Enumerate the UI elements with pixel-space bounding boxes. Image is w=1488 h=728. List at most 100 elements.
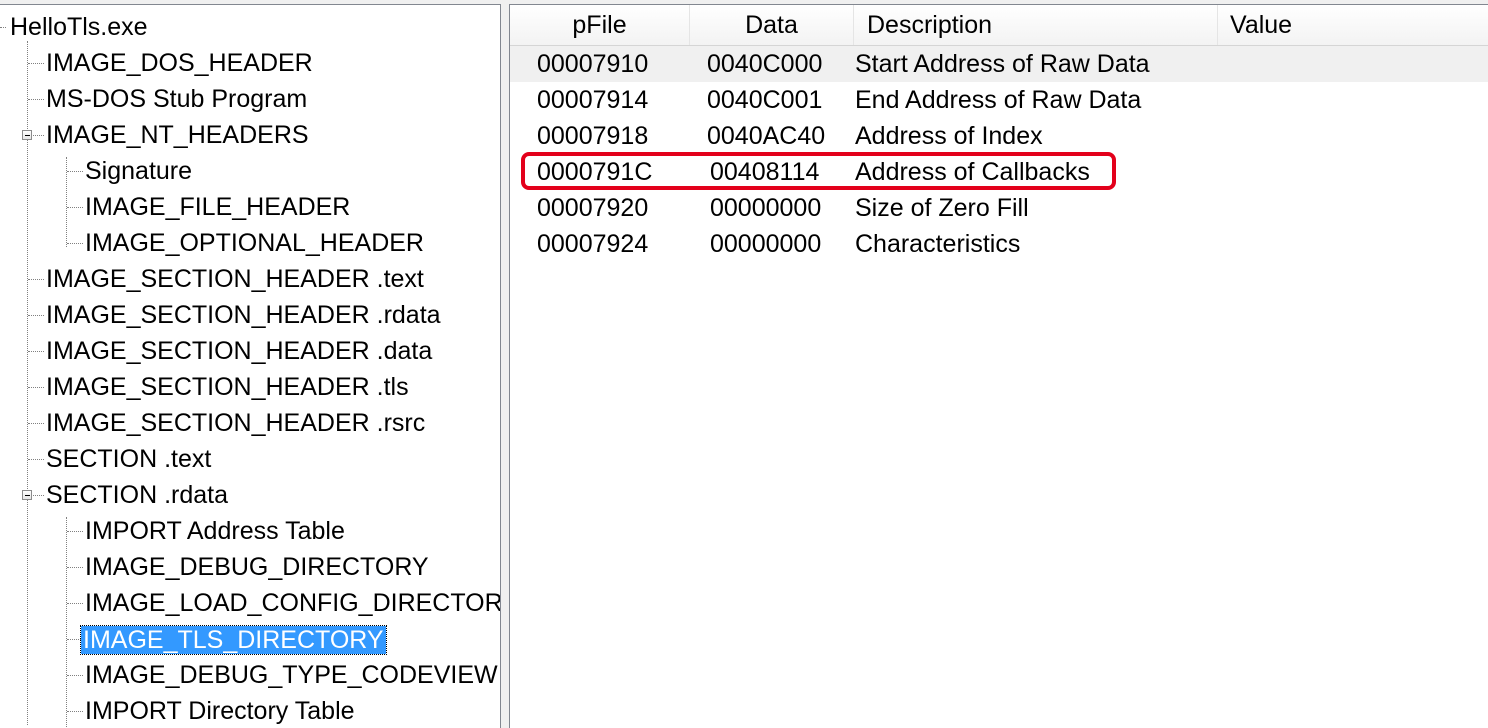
- tree-item-label: IMAGE_NT_HEADERS: [46, 121, 309, 149]
- column-header-pfile[interactable]: pFile: [510, 5, 690, 45]
- tree-item-label: IMAGE_SECTION_HEADER .text: [46, 265, 424, 293]
- cell-description: Start Address of Raw Data: [855, 50, 1150, 78]
- tree-item-label: IMPORT Directory Table: [85, 697, 355, 725]
- list-row-characteristics[interactable]: 00007924 00000000 Characteristics: [510, 226, 1488, 262]
- cell-pfile: 00007910: [537, 50, 649, 78]
- cell-description: Characteristics: [855, 230, 1021, 258]
- tree-connector: [67, 567, 83, 568]
- tree-item-section-text[interactable]: SECTION .text: [44, 441, 213, 477]
- structure-tree[interactable]: HelloTls.exe IMAGE_DOS_HEADER MS-DOS Stu…: [0, 4, 501, 728]
- cell-description: Size of Zero Fill: [855, 194, 1029, 222]
- tree-item-label: IMAGE_FILE_HEADER: [85, 193, 351, 221]
- cell-pfile: 00007918: [537, 122, 649, 150]
- column-header-label: Value: [1230, 11, 1293, 39]
- tree-connector: [67, 675, 83, 676]
- tree-connector: [28, 459, 44, 460]
- cell-pfile: 00007924: [537, 230, 649, 258]
- tree-connector: [67, 531, 83, 532]
- tree-item-label: SECTION .text: [46, 445, 212, 473]
- tree-item-section-header-tls[interactable]: IMAGE_SECTION_HEADER .tls: [44, 369, 411, 405]
- tree-item-image-tls-directory[interactable]: IMAGE_TLS_DIRECTORY: [80, 622, 387, 658]
- cell-description: End Address of Raw Data: [855, 86, 1142, 114]
- tree-connector-rdata: [66, 517, 67, 728]
- column-header-description[interactable]: Description: [854, 5, 1218, 45]
- tree-item-section-header-rsrc[interactable]: IMAGE_SECTION_HEADER .rsrc: [44, 405, 427, 441]
- tree-item-section-rdata[interactable]: SECTION .rdata: [44, 477, 230, 513]
- list-row-end-address[interactable]: 00007914 0040C001 End Address of Raw Dat…: [510, 82, 1488, 118]
- tree-item-image-file-header[interactable]: IMAGE_FILE_HEADER: [83, 189, 352, 225]
- tree-item-image-debug-type-codeview[interactable]: IMAGE_DEBUG_TYPE_CODEVIEW: [83, 657, 500, 693]
- tree-item-label: MS-DOS Stub Program: [46, 85, 308, 113]
- list-row-start-address[interactable]: 00007910 0040C000 Start Address of Raw D…: [510, 46, 1488, 82]
- tree-connector: [67, 603, 83, 604]
- tree-item-section-header-rdata[interactable]: IMAGE_SECTION_HEADER .rdata: [44, 297, 443, 333]
- tree-item-label: IMAGE_SECTION_HEADER .tls: [46, 373, 409, 401]
- cell-pfile: 00007920: [537, 194, 649, 222]
- tree-item-label: IMAGE_LOAD_CONFIG_DIRECTORY: [85, 589, 501, 617]
- tree-item-image-dos-header[interactable]: IMAGE_DOS_HEADER: [44, 45, 315, 81]
- tree-item-signature[interactable]: Signature: [83, 153, 194, 189]
- tree-item-import-directory-table[interactable]: IMPORT Directory Table: [83, 693, 357, 728]
- tree-item-label: IMAGE_SECTION_HEADER .rsrc: [46, 409, 426, 437]
- tree-connector: [0, 27, 6, 28]
- tree-connector: [67, 207, 83, 208]
- tree-item-label: IMAGE_DEBUG_TYPE_CODEVIEW: [85, 661, 498, 689]
- cell-data: 0040C000: [707, 50, 823, 78]
- tree-item-label: IMAGE_DEBUG_DIRECTORY: [85, 553, 429, 581]
- tree-item-label: HelloTls.exe: [10, 13, 148, 41]
- tree-connector: [28, 423, 44, 424]
- tree-item-label: IMAGE_OPTIONAL_HEADER: [85, 229, 424, 257]
- tree-connector: [28, 351, 44, 352]
- tree-item-image-optional-header[interactable]: IMAGE_OPTIONAL_HEADER: [83, 225, 426, 261]
- tree-connector-root: [27, 41, 28, 725]
- tree-item-image-load-config-directory[interactable]: IMAGE_LOAD_CONFIG_DIRECTORY: [83, 585, 501, 621]
- list-header: pFile Data Description Value: [510, 5, 1488, 46]
- tree-item-ms-dos-stub[interactable]: MS-DOS Stub Program: [44, 81, 309, 117]
- pe-viewer-window: HelloTls.exe IMAGE_DOS_HEADER MS-DOS Stu…: [0, 0, 1488, 728]
- collapse-icon[interactable]: [22, 490, 32, 500]
- cell-data: 0040AC40: [707, 122, 826, 150]
- cell-data: 00408114: [710, 158, 820, 186]
- cell-pfile: 0000791C: [537, 158, 653, 186]
- tree-item-image-debug-directory[interactable]: IMAGE_DEBUG_DIRECTORY: [83, 549, 431, 585]
- details-list[interactable]: pFile Data Description Value 00007910 00…: [509, 4, 1488, 728]
- tree-connector: [67, 639, 81, 640]
- column-header-label: pFile: [572, 11, 627, 39]
- tree-connector: [28, 315, 44, 316]
- tree-item-label: IMAGE_SECTION_HEADER .data: [46, 337, 433, 365]
- column-header-value[interactable]: Value: [1218, 5, 1488, 45]
- tree-connector: [67, 243, 83, 244]
- list-row-address-of-callbacks[interactable]: 0000791C 00408114 Address of Callbacks: [510, 154, 1488, 190]
- tree-item-label: IMPORT Address Table: [85, 517, 345, 545]
- column-header-data[interactable]: Data: [690, 5, 854, 45]
- tree-item-section-header-text[interactable]: IMAGE_SECTION_HEADER .text: [44, 261, 426, 297]
- tree-connector: [28, 279, 44, 280]
- tree-connector: [67, 711, 83, 712]
- cell-description: Address of Index: [855, 122, 1043, 150]
- tree-item-label: SECTION .rdata: [46, 481, 228, 509]
- tree-item-image-nt-headers[interactable]: IMAGE_NT_HEADERS: [44, 117, 311, 153]
- cell-pfile: 00007914: [537, 86, 649, 114]
- tree-connector: [28, 99, 44, 100]
- tree-connector: [67, 171, 83, 172]
- tree-item-label: Signature: [85, 157, 193, 185]
- cell-data: 00000000: [710, 230, 822, 258]
- tree-item-label: IMAGE_SECTION_HEADER .rdata: [46, 301, 441, 329]
- cell-data: 0040C001: [707, 86, 823, 114]
- tree-item-import-address-table[interactable]: IMPORT Address Table: [83, 513, 347, 549]
- cell-description: Address of Callbacks: [855, 158, 1090, 186]
- list-row-size-of-zero-fill[interactable]: 00007920 00000000 Size of Zero Fill: [510, 190, 1488, 226]
- tree-item-label-selected: IMAGE_TLS_DIRECTORY: [80, 625, 387, 655]
- tree-connector: [28, 63, 44, 64]
- column-header-label: Description: [867, 11, 993, 39]
- collapse-icon[interactable]: [22, 130, 32, 140]
- tree-connector: [28, 387, 44, 388]
- pane-splitter[interactable]: [501, 0, 509, 728]
- tree-connector: [33, 135, 44, 136]
- tree-item-section-header-data[interactable]: IMAGE_SECTION_HEADER .data: [44, 333, 434, 369]
- list-row-address-of-index[interactable]: 00007918 0040AC40 Address of Index: [510, 118, 1488, 154]
- column-header-label: Data: [745, 11, 798, 39]
- tree-item-root[interactable]: HelloTls.exe: [8, 9, 150, 45]
- cell-data: 00000000: [710, 194, 822, 222]
- tree-item-label: IMAGE_DOS_HEADER: [46, 49, 313, 77]
